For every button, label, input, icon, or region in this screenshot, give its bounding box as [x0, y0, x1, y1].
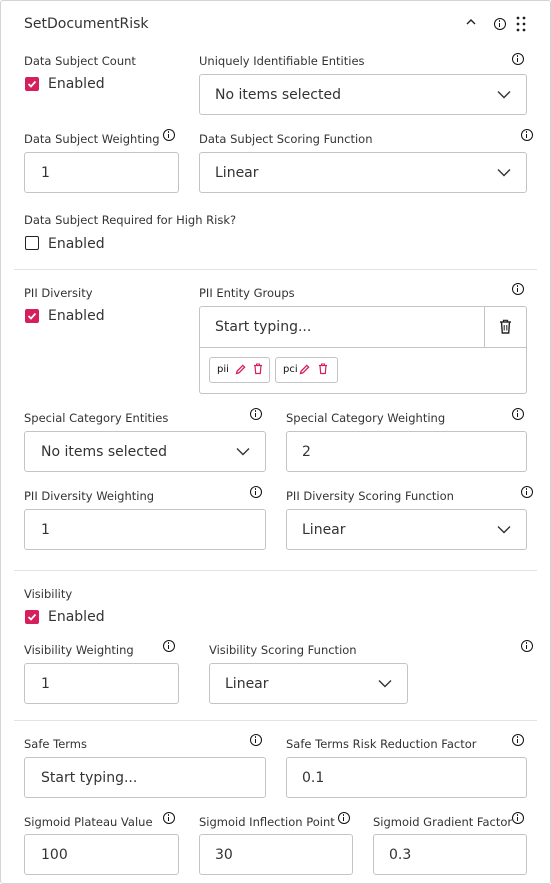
- special-category-entities-label: Special Category Entities: [24, 411, 169, 425]
- pii-groups-search-input[interactable]: Start typing...: [200, 307, 485, 348]
- pii-diversity-weighting-label: PII Diversity Weighting: [24, 489, 155, 503]
- weighting-input-value: 1: [41, 164, 50, 181]
- chevron-down-icon: [497, 90, 511, 98]
- special-weighting-info-icon[interactable]: [512, 408, 524, 420]
- sigmoid-plateau-input[interactable]: 100: [24, 834, 179, 875]
- inflection-value: 30: [215, 846, 233, 863]
- data-subject-count-enabled-text: Enabled: [48, 76, 105, 92]
- visibility-weighting-value: 1: [41, 675, 50, 692]
- data-subject-weighting-input[interactable]: 1: [24, 152, 179, 193]
- visibility-checkbox[interactable]: [25, 610, 39, 624]
- special-weighting-value: 2: [302, 443, 311, 460]
- pencil-icon[interactable]: [299, 364, 310, 375]
- safe-terms-reduction-input[interactable]: 0.1: [286, 757, 527, 798]
- pci-group-chip: pci: [275, 357, 338, 383]
- set-document-risk-panel: SetDocumentRisk Data Subject Count Enabl…: [0, 0, 551, 884]
- plateau-info-icon[interactable]: [163, 812, 175, 824]
- pii-diversity-enabled-text: Enabled: [48, 308, 105, 324]
- data-subject-required-enabled-text: Enabled: [48, 236, 105, 252]
- visibility-scoring-info-icon[interactable]: [521, 640, 533, 652]
- gradient-info-icon[interactable]: [512, 812, 524, 824]
- data-subject-required-checkbox[interactable]: [25, 236, 39, 250]
- sigmoid-plateau-label: Sigmoid Plateau Value: [24, 815, 153, 829]
- collapse-chevron-up-icon[interactable]: [466, 18, 476, 25]
- reduction-info-icon[interactable]: [512, 734, 524, 746]
- pencil-icon[interactable]: [235, 364, 246, 375]
- chevron-down-icon: [236, 447, 250, 455]
- pii-weighting-info-icon[interactable]: [250, 486, 262, 498]
- data-subject-scoring-function-select[interactable]: Linear: [199, 152, 527, 193]
- panel-info-icon[interactable]: [494, 18, 506, 30]
- pii-weighting-value: 1: [41, 521, 50, 538]
- data-subject-required-label: Data Subject Required for High Risk?: [24, 213, 237, 227]
- safe-terms-placeholder: Start typing...: [41, 769, 138, 786]
- pii-diversity-scoring-function-label: PII Diversity Scoring Function: [286, 489, 454, 503]
- visibility-enabled-text: Enabled: [48, 609, 105, 625]
- visibility-weighting-label: Visibility Weighting: [24, 643, 134, 657]
- pii-groups-clear-button[interactable]: [485, 307, 526, 348]
- plateau-value: 100: [41, 846, 68, 863]
- pii-group-chip: pii: [209, 357, 270, 383]
- chip-label: pii: [217, 364, 229, 375]
- visibility-weighting-info-icon[interactable]: [163, 640, 175, 652]
- scoring-select-value: Linear: [215, 164, 259, 181]
- chip-label: pci: [283, 364, 298, 375]
- chevron-down-icon: [497, 168, 511, 176]
- section-divider: [14, 269, 537, 270]
- pii-scoring-value: Linear: [302, 521, 346, 538]
- reduction-value: 0.1: [302, 769, 325, 786]
- data-subject-scoring-function-label: Data Subject Scoring Function: [199, 132, 373, 146]
- safe-terms-info-icon[interactable]: [250, 734, 262, 746]
- uniquely-identifiable-entities-label: Uniquely Identifiable Entities: [199, 54, 365, 68]
- visibility-scoring-function-label: Visibility Scoring Function: [209, 643, 357, 657]
- sigmoid-gradient-input[interactable]: 0.3: [373, 834, 527, 875]
- sigmoid-gradient-label: Sigmoid Gradient Factor: [373, 815, 513, 829]
- section-divider: [14, 570, 537, 571]
- chevron-down-icon: [378, 679, 392, 687]
- weighting-info-icon[interactable]: [163, 129, 175, 141]
- special-select-value: No items selected: [41, 443, 167, 460]
- pii-groups-placeholder: Start typing...: [215, 319, 312, 335]
- visibility-label: Visibility: [24, 587, 73, 601]
- safe-terms-label: Safe Terms: [24, 737, 87, 751]
- section-divider: [14, 720, 537, 721]
- inflection-info-icon[interactable]: [338, 812, 350, 824]
- pii-entity-groups-field: Start typing... pii pci: [199, 306, 527, 394]
- gradient-value: 0.3: [389, 846, 412, 863]
- pii-diversity-checkbox[interactable]: [25, 309, 39, 323]
- entities-select-value: No items selected: [215, 86, 341, 103]
- chevron-down-icon: [497, 525, 511, 533]
- visibility-scoring-function-select[interactable]: Linear: [209, 663, 408, 704]
- trash-icon: [500, 319, 511, 334]
- pii-diversity-scoring-function-select[interactable]: Linear: [286, 509, 527, 550]
- pii-scoring-info-icon[interactable]: [521, 486, 533, 498]
- pii-diversity-label: PII Diversity: [24, 286, 93, 300]
- special-category-entities-select[interactable]: No items selected: [24, 431, 266, 472]
- sigmoid-inflection-label: Sigmoid Inflection Point: [199, 815, 335, 829]
- sigmoid-inflection-input[interactable]: 30: [199, 834, 353, 875]
- panel-title: SetDocumentRisk: [24, 16, 149, 32]
- special-category-info-icon[interactable]: [250, 408, 262, 420]
- drag-handle-icon[interactable]: [516, 16, 526, 32]
- safe-terms-reduction-label: Safe Terms Risk Reduction Factor: [286, 737, 477, 751]
- visibility-weighting-input[interactable]: 1: [24, 663, 179, 704]
- uniquely-identifiable-entities-select[interactable]: No items selected: [199, 74, 527, 115]
- data-subject-weighting-label: Data Subject Weighting: [24, 132, 160, 146]
- pii-diversity-weighting-input[interactable]: 1: [24, 509, 266, 550]
- data-subject-count-label: Data Subject Count: [24, 54, 136, 68]
- safe-terms-input[interactable]: Start typing...: [24, 757, 266, 798]
- entities-info-icon[interactable]: [512, 53, 524, 65]
- pii-entity-groups-label: PII Entity Groups: [199, 286, 295, 300]
- trash-icon[interactable]: [253, 363, 263, 375]
- trash-icon[interactable]: [318, 363, 328, 375]
- visibility-scoring-value: Linear: [225, 675, 269, 692]
- special-category-weighting-input[interactable]: 2: [286, 431, 527, 472]
- pii-groups-info-icon[interactable]: [512, 283, 524, 295]
- special-category-weighting-label: Special Category Weighting: [286, 411, 446, 425]
- scoring-info-icon[interactable]: [521, 129, 533, 141]
- data-subject-count-checkbox[interactable]: [25, 77, 39, 91]
